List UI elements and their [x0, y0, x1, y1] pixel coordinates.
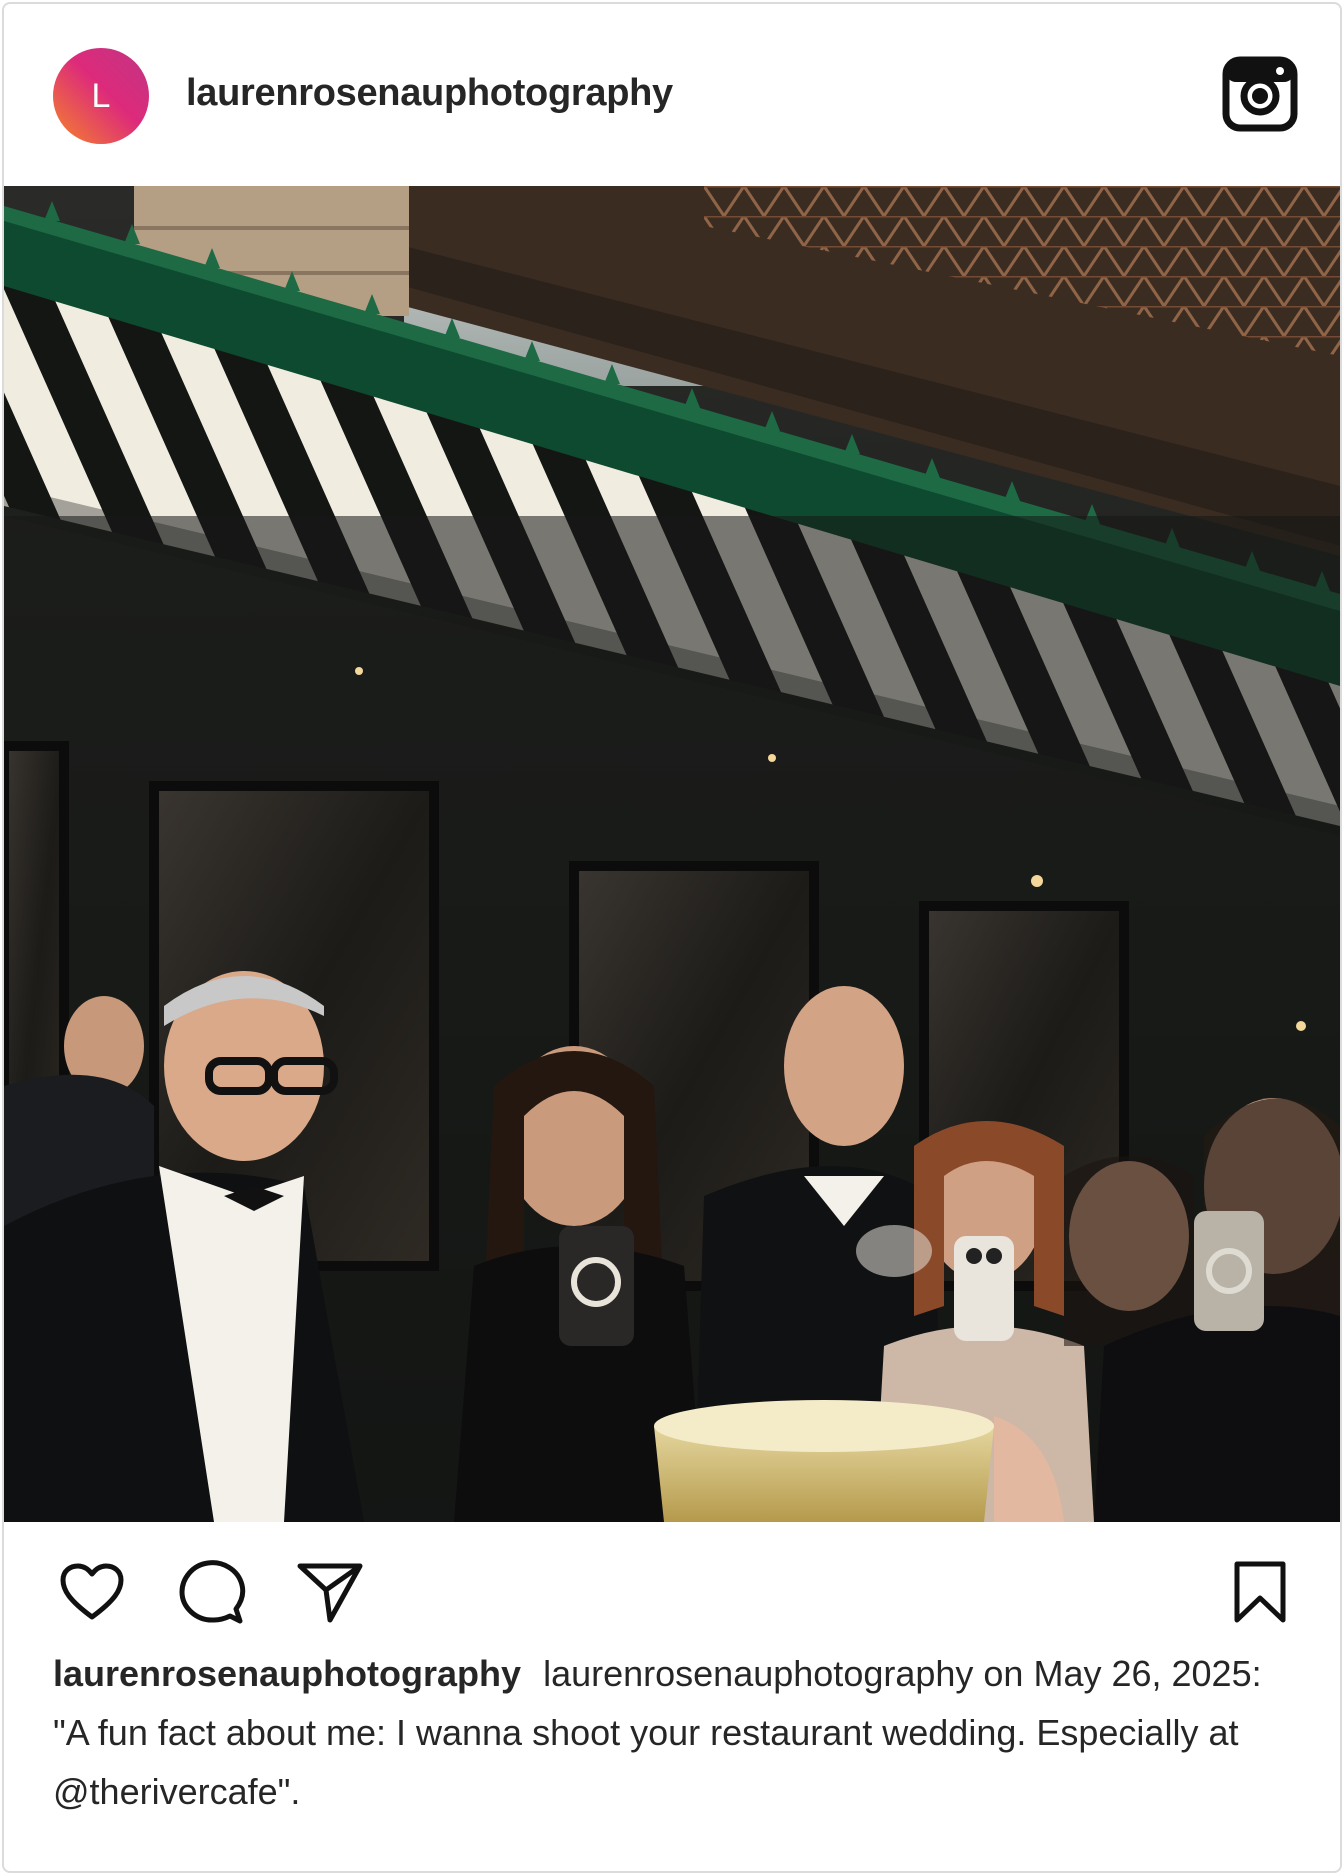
post-caption: laurenrosenauphotography laurenrosenauph… [53, 1644, 1303, 1821]
caption-username[interactable]: laurenrosenauphotography [53, 1653, 521, 1694]
instagram-icon[interactable] [1222, 56, 1298, 132]
bookmark-icon[interactable] [1224, 1556, 1296, 1628]
instagram-post-card: L laurenrosenauphotography laurenrosenau… [2, 2, 1342, 1873]
avatar-letter: L [91, 76, 111, 115]
share-icon[interactable] [294, 1556, 366, 1628]
avatar[interactable]: L [53, 48, 149, 144]
action-bar [4, 1522, 1340, 1642]
post-header: L laurenrosenauphotography [4, 4, 1340, 184]
comment-icon[interactable] [176, 1556, 248, 1628]
post-photo[interactable] [4, 186, 1340, 1522]
heart-icon[interactable] [56, 1556, 128, 1628]
post-username[interactable]: laurenrosenauphotography [186, 72, 673, 115]
